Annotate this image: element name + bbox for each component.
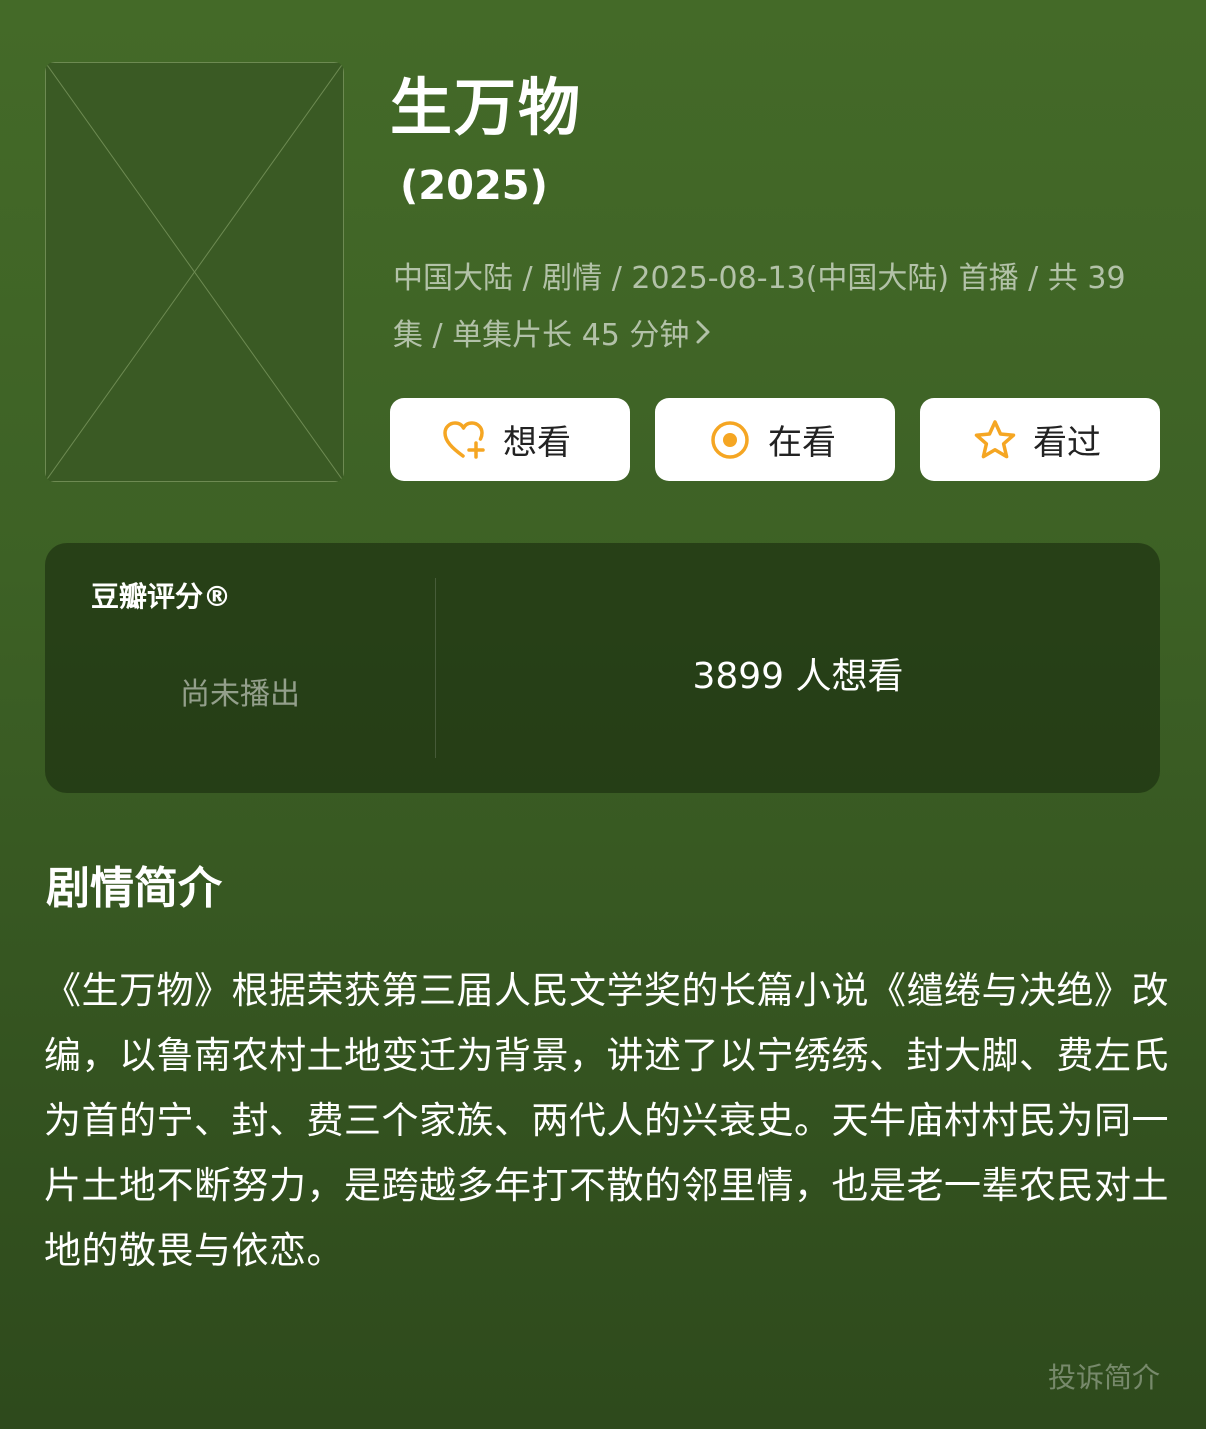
meta-info[interactable]: 中国大陆 / 剧情 / 2025-08-13(中国大陆) 首播 / 共 39 集… xyxy=(393,250,1153,364)
synopsis-text: 《生万物》根据荣获第三届人民文学奖的长篇小说《缱绻与决绝》改编，以鲁南农村土地变… xyxy=(44,969,1169,1272)
heart-plus-icon xyxy=(441,416,489,464)
chevron-right-icon xyxy=(695,307,711,364)
target-circle-icon xyxy=(706,416,754,464)
page-title: 生万物 xyxy=(390,71,583,144)
want-to-watch-label: 想看 xyxy=(503,423,571,463)
watching-label: 在看 xyxy=(768,423,836,463)
rating-status: 尚未播出 xyxy=(180,677,300,712)
rating-card: 豆瓣评分® 尚未播出 3899 人想看 xyxy=(45,543,1160,793)
want-to-watch-button[interactable]: 想看 xyxy=(390,398,630,481)
watched-label: 看过 xyxy=(1033,423,1101,463)
poster-image[interactable] xyxy=(45,62,344,482)
watched-button[interactable]: 看过 xyxy=(920,398,1160,481)
synopsis-heading: 剧情简介 xyxy=(46,863,222,914)
release-year: (2025) xyxy=(400,163,548,209)
star-icon xyxy=(971,416,1019,464)
poster-placeholder xyxy=(45,62,344,482)
watching-button[interactable]: 在看 xyxy=(655,398,895,481)
rating-label: 豆瓣评分® xyxy=(91,580,232,613)
report-synopsis-link[interactable]: 投诉简介 xyxy=(1048,1356,1160,1396)
wish-count[interactable]: 3899 人想看 xyxy=(436,647,1160,699)
meta-text: 中国大陆 / 剧情 / 2025-08-13(中国大陆) 首播 / 共 39 集… xyxy=(393,261,1126,353)
